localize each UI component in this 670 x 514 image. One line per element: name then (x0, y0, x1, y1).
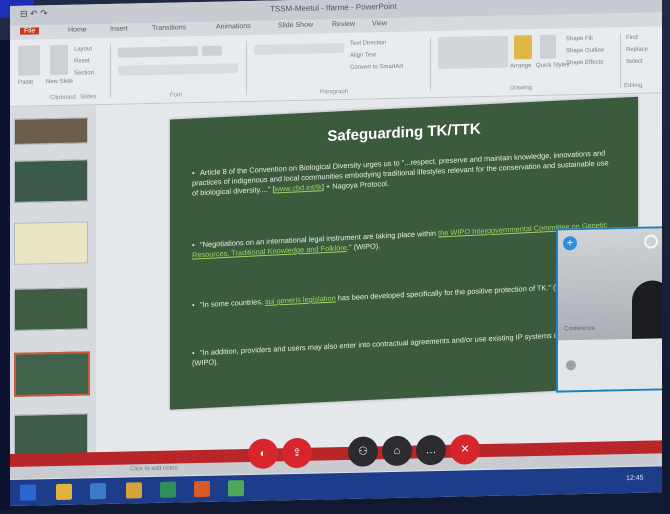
tab-file[interactable]: File (20, 27, 40, 35)
layout-label[interactable]: Layout (74, 46, 92, 52)
tab-transitions[interactable]: Transitions (152, 24, 186, 32)
new-slide-button[interactable] (50, 44, 68, 76)
video-call-window[interactable]: + Conference (556, 226, 662, 393)
file-explorer-icon[interactable] (56, 483, 72, 501)
tab-view[interactable]: View (372, 20, 387, 27)
more-button[interactable]: … (416, 434, 446, 466)
slide-thumbnail[interactable]: slide-4 (14, 287, 88, 331)
slide-thumbnail[interactable]: slide-3 (14, 221, 88, 265)
quick-access-toolbar[interactable]: ⊟ ↶ ↷ (20, 8, 48, 20)
divider (110, 43, 111, 98)
replace-label[interactable]: Replace (626, 47, 648, 53)
tab-review[interactable]: Review (332, 21, 355, 28)
chrome-icon[interactable] (228, 480, 244, 497)
tab-slide-show[interactable]: Slide Show (278, 22, 313, 30)
notes-placeholder[interactable]: Click to add notes (130, 465, 178, 472)
app-icon[interactable] (160, 481, 176, 498)
arrange-label: Arrange (510, 63, 532, 70)
tab-insert[interactable]: Insert (110, 26, 128, 33)
section-label[interactable]: Section (74, 70, 94, 76)
bullet-2-suffix: ." (WIPO). (346, 241, 381, 253)
bullet-3-link[interactable]: sui generis legislation (265, 294, 336, 306)
shape-fill-label[interactable]: Shape Fill (566, 36, 593, 43)
divider (430, 37, 431, 92)
divider (246, 41, 247, 96)
divider (620, 33, 621, 88)
arrange-button[interactable] (514, 35, 532, 60)
end-call-button[interactable]: ✕ (450, 434, 480, 465)
video-button[interactable]: ◐ (248, 438, 278, 470)
system-clock[interactable]: 12:45 (626, 475, 644, 482)
text-direction-label[interactable]: Text Direction (350, 40, 386, 47)
paste-label: Paste (18, 79, 34, 86)
tab-animations[interactable]: Animations (216, 23, 251, 31)
slide-thumbnails-panel: slide-1 slide-2 slide-3 slide-4 slide-5 … (10, 105, 96, 468)
slide-thumbnail-selected[interactable]: slide-5 (14, 351, 90, 397)
participants-button[interactable]: ⚇ (348, 436, 378, 467)
bullet-1: • Article 8 of the Convention on Biologic… (192, 148, 609, 198)
smartart-label[interactable]: Convert to SmartArt (350, 64, 403, 71)
bullet-3-text: "In some countries, (200, 297, 266, 310)
group-font: Font (170, 92, 183, 99)
group-drawing: Drawing (510, 85, 533, 92)
share-button[interactable]: ⇪ (282, 437, 312, 469)
bullet-3-suffix: has been developed specifically for the … (335, 281, 580, 303)
new-slide-label: New Slide (46, 78, 74, 86)
bullet-1-link[interactable]: www.cbd.int/tk (275, 182, 322, 193)
store-icon[interactable] (90, 482, 106, 500)
window-title: TSSM-Meetul - Ifarme - PowerPoint (270, 1, 397, 14)
screen: ⊟ ↶ ↷ TSSM-Meetul - Ifarme - PowerPoint … (10, 0, 662, 507)
slide-thumbnail[interactable]: slide-2 (14, 159, 88, 203)
powerpoint-icon[interactable] (194, 480, 210, 498)
paragraph-buttons[interactable] (254, 43, 344, 55)
bullet-4: • "In addition, providers and users may a… (192, 328, 600, 368)
shapes-gallery[interactable] (438, 35, 508, 70)
slide-title: Safeguarding TK/TTK (327, 120, 481, 145)
reset-label[interactable]: Reset (74, 58, 90, 64)
monitor-bezel (0, 40, 10, 510)
quick-styles-label: Quick Styles (536, 62, 570, 69)
bullet-1-suffix: ] + Nagoya Protocol. (321, 178, 389, 192)
shape-outline-label[interactable]: Shape Outline (566, 48, 604, 55)
start-icon[interactable] (20, 484, 36, 501)
find-label[interactable]: Find (626, 35, 638, 41)
tab-home[interactable]: Home (68, 26, 87, 33)
folder-icon[interactable] (126, 482, 142, 499)
quick-styles-button[interactable] (540, 34, 556, 59)
slide-thumbnail[interactable]: slide-6 (14, 413, 88, 457)
bullet-3: • "In some countries, sui generis legisla… (192, 281, 580, 310)
align-text-label[interactable]: Align Text (350, 52, 376, 59)
participant-name: Conference (564, 325, 596, 333)
paste-button[interactable] (18, 45, 40, 76)
chat-button[interactable]: ⌂ (382, 435, 412, 467)
group-paragraph: Paragraph (320, 88, 349, 96)
font-size-selector[interactable] (202, 45, 222, 56)
group-editing: Editing (624, 82, 643, 90)
font-selector[interactable] (118, 46, 198, 58)
shape-effects-label[interactable]: Shape Effects (566, 60, 603, 67)
group-slides: Slides (80, 94, 97, 101)
bullet-1-text: Article 8 of the Convention on Biologica… (192, 148, 609, 198)
group-clipboard: Clipboard (50, 94, 76, 102)
call-controls: ◐ ⇪ ⚇ ⌂ … ✕ (248, 434, 480, 473)
bullet-4-text: "In addition, providers and users may al… (192, 328, 600, 368)
monitor-frame: ⊟ ↶ ↷ TSSM-Meetul - Ifarme - PowerPoint … (0, 0, 670, 514)
select-label[interactable]: Select (626, 59, 643, 65)
font-format-buttons[interactable] (118, 63, 238, 76)
slide-thumbnail[interactable]: slide-1 (14, 117, 88, 145)
bullet-2: • "Negotiations on an international legal… (192, 220, 608, 260)
